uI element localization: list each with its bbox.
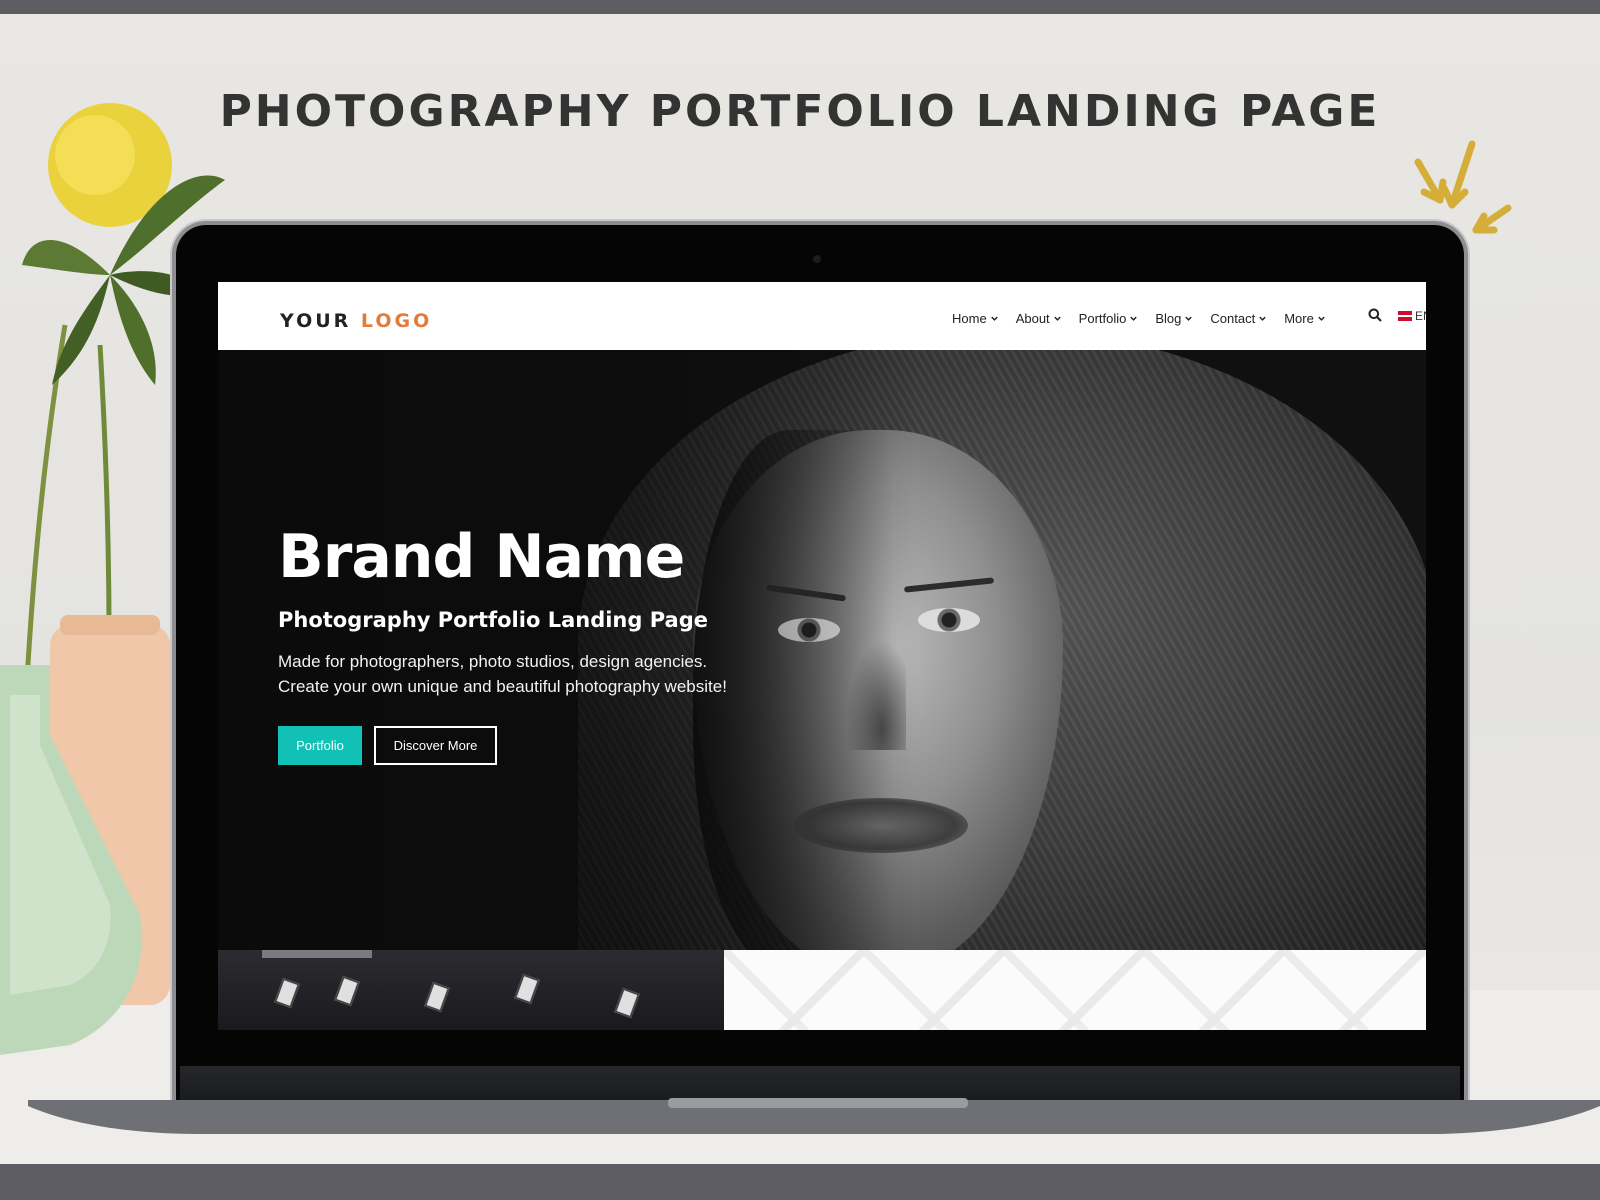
hero-title: Brand Name [278, 522, 685, 592]
nav-label: About [1015, 310, 1050, 326]
nav-item-home[interactable]: Home [952, 308, 999, 328]
pattern-panel [724, 950, 1426, 1030]
portfolio-button[interactable]: Portfolio [278, 726, 362, 765]
logo-text-accent: LOGO [360, 310, 433, 332]
nav-label: Home [952, 310, 987, 326]
chevron-down-icon [1130, 316, 1138, 321]
hero-description-line: Create your own unique and beautiful pho… [278, 677, 727, 696]
language-switcher[interactable]: EN [1398, 309, 1426, 323]
nav-label: Blog [1155, 310, 1182, 326]
nav-label: More [1284, 310, 1314, 326]
nav-item-portfolio[interactable]: Portfolio [1079, 308, 1139, 328]
flag-icon [1398, 311, 1412, 321]
chevron-down-icon [1259, 316, 1266, 321]
nav-item-contact[interactable]: Contact [1210, 308, 1267, 328]
chevron-down-icon [1318, 316, 1325, 321]
hero-subtitle: Photography Portfolio Landing Page [278, 608, 708, 632]
nav-item-blog[interactable]: Blog [1155, 308, 1193, 328]
image-tag [262, 950, 372, 958]
laptop-camera [813, 255, 821, 263]
studio-light [274, 977, 300, 1009]
site-logo[interactable]: YOUR LOGO [280, 310, 432, 332]
studio-light [334, 975, 360, 1007]
bottom-frame-bar [0, 1164, 1600, 1200]
laptop-base [28, 1098, 1600, 1134]
nav-menu: Home About Portfolio Blog Contact More [952, 308, 1343, 328]
site-navbar: YOUR LOGO Home About Portfolio Blog Cont… [218, 282, 1426, 350]
nav-item-more[interactable]: More [1284, 308, 1326, 328]
discover-more-button[interactable]: Discover More [374, 726, 497, 765]
hero-photo-eye [918, 608, 980, 632]
studio-light [514, 973, 540, 1005]
studio-light [424, 981, 450, 1013]
laptop-hinge [180, 1066, 1460, 1102]
top-frame-bar [0, 0, 1600, 14]
nav-label: Portfolio [1078, 310, 1127, 326]
logo-text-main: YOUR [280, 310, 352, 332]
chevron-down-icon [990, 316, 998, 321]
laptop-screen: YOUR LOGO Home About Portfolio Blog Cont… [218, 282, 1426, 1030]
chevron-down-icon [1053, 316, 1061, 321]
studio-light [614, 987, 640, 1019]
language-label: EN [1415, 309, 1426, 323]
studio-lights-image [218, 950, 724, 1030]
page-headline: PHOTOGRAPHY PORTFOLIO LANDING PAGE [219, 86, 1381, 137]
nav-item-about[interactable]: About [1016, 308, 1062, 328]
chevron-down-icon [1185, 316, 1193, 321]
nav-label: Contact [1210, 310, 1256, 326]
hero-description-line: Made for photographers, photo studios, d… [278, 652, 708, 671]
hero-overlay [218, 350, 918, 950]
search-icon[interactable] [1368, 308, 1382, 322]
hero-section: Brand Name Photography Portfolio Landing… [218, 350, 1426, 950]
